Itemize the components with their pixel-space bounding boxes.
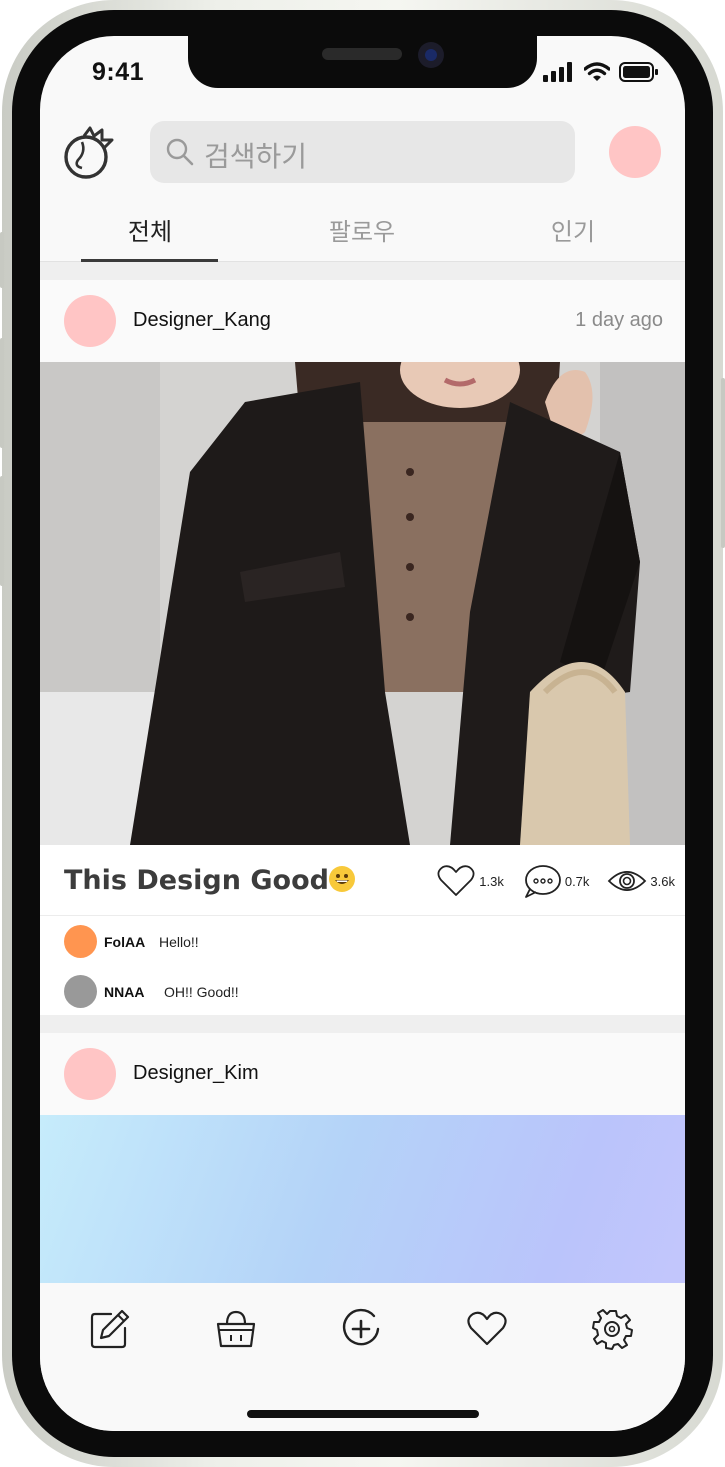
add-post-button[interactable] [339,1307,383,1351]
commenter-name[interactable]: FolAA [104,934,159,950]
view-count: 3.6k [650,873,675,889]
comment-bubble-icon [524,865,561,898]
volume-up-button [0,338,4,448]
commenter-name[interactable]: NNAA [104,984,164,1000]
front-camera [418,42,444,68]
tab-following[interactable]: 팔로우 [282,212,442,247]
section-gap [40,1015,685,1033]
post-header: Designer_Kang 1 day ago [40,280,685,362]
user-avatar[interactable] [64,295,116,347]
post-image[interactable] [40,362,685,845]
write-post-button[interactable] [88,1307,132,1351]
commenter-avatar[interactable] [64,925,97,958]
shopping-basket-icon [216,1310,256,1348]
volume-down-button [0,476,4,586]
status-time: 9:41 [92,58,145,86]
settings-icon [592,1309,633,1350]
user-avatar[interactable] [64,1048,116,1100]
pencil-icon [90,1309,130,1349]
tab-popular[interactable]: 인기 [493,212,653,247]
home-indicator[interactable] [247,1410,479,1418]
post-title-wrap: This Design Good [64,865,355,896]
section-gap [40,262,685,280]
favorites-button[interactable] [465,1307,509,1351]
search-icon [166,138,194,166]
comment-text: OH!! Good!! [164,983,239,1000]
view-stat: 3.6k [607,867,675,895]
like-stat[interactable]: 1.3k [436,864,504,898]
comment-item: NNAA OH!! Good!! [64,975,239,1008]
settings-button[interactable] [591,1307,635,1351]
tab-all[interactable]: 전체 [70,212,230,247]
speaker [322,48,402,60]
comment-item: FolAA Hello!! [64,925,199,958]
feed-tabs: 전체 팔로우 인기 [40,212,685,262]
post-stats: 1.3k 0.7k 3.6k [436,863,675,899]
heart-icon [467,1311,507,1346]
post-username[interactable]: Designer_Kang [133,309,271,332]
power-button [721,378,725,548]
post-image[interactable] [40,1115,685,1283]
post-title: This Design Good [64,865,329,896]
post-header: Designer_Kim [40,1033,685,1115]
profile-avatar[interactable] [609,126,661,178]
shop-button[interactable] [214,1307,258,1351]
post-username[interactable]: Designer_Kim [133,1062,259,1085]
post-footer: This Design Good 1.3k 0.7k 3.6k [40,845,685,915]
status-icons [543,62,659,82]
search-input[interactable]: 검색하기 [150,121,575,183]
comment-text: Hello!! [159,933,199,950]
eye-icon [608,871,647,891]
app-screen: 9:41 검색하기 전체 팔로우 인기 Designer_Kang 1 day … [40,36,685,1431]
bottom-navigation [40,1283,685,1431]
search-placeholder: 검색하기 [204,141,308,172]
grinning-emoji-icon [328,866,355,892]
heart-icon [437,865,475,896]
signal-icon [543,62,572,82]
comment-stat[interactable]: 0.7k [522,863,590,899]
comment-list: FolAA Hello!! NNAA OH!! Good!! [40,915,685,1016]
commenter-avatar[interactable] [64,975,97,1008]
wifi-icon [584,62,610,81]
add-circle-icon [342,1308,380,1346]
post-timestamp: 1 day ago [575,309,663,331]
notch [188,36,537,88]
app-logo-icon[interactable] [62,124,118,180]
comment-count: 0.7k [564,873,590,889]
like-count: 1.3k [479,873,504,889]
mute-switch [0,232,4,288]
fashion-photo [40,362,685,845]
battery-icon [619,62,658,82]
